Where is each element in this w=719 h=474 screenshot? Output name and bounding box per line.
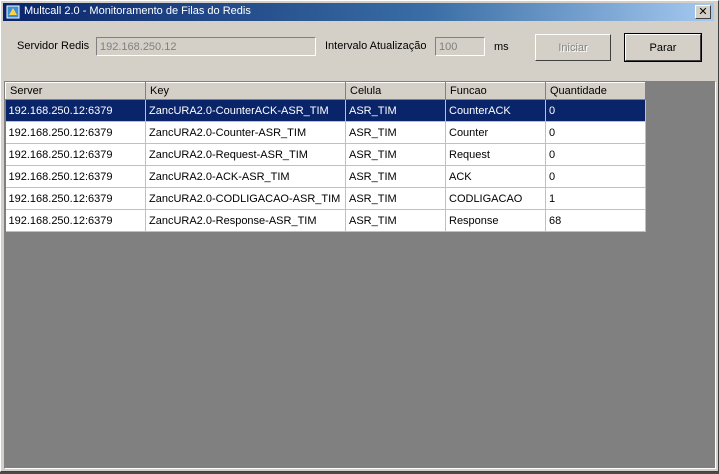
cell-server: 192.168.250.12:6379 <box>5 187 146 210</box>
cell-funcao: CODLIGACAO <box>445 187 546 210</box>
table-row[interactable]: 192.168.250.12:6379 ZancURA2.0-Response-… <box>5 209 646 232</box>
start-button[interactable]: Iniciar <box>535 34 611 61</box>
cell-server: 192.168.250.12:6379 <box>5 165 146 188</box>
window-title: Multcall 2.0 - Monitoramento de Filas do… <box>24 5 251 17</box>
cell-quantidade: 1 <box>545 187 646 210</box>
table-row[interactable]: 192.168.250.12:6379 ZancURA2.0-CounterAC… <box>5 99 646 122</box>
cell-celula: ASR_TIM <box>345 209 446 232</box>
interval-unit: ms <box>494 41 509 53</box>
column-header-funcao[interactable]: Funcao <box>445 82 546 100</box>
cell-funcao: Response <box>445 209 546 232</box>
cell-funcao: Request <box>445 143 546 166</box>
server-label: Servidor Redis <box>17 40 90 52</box>
cell-key: ZancURA2.0-CODLIGACAO-ASR_TIM <box>145 187 346 210</box>
close-icon[interactable]: ✕ <box>695 5 711 19</box>
cell-quantidade: 0 <box>545 143 646 166</box>
cell-quantidade: 0 <box>545 99 646 122</box>
cell-server: 192.168.250.12:6379 <box>5 143 146 166</box>
cell-celula: ASR_TIM <box>345 99 446 122</box>
table-row[interactable]: 192.168.250.12:6379 ZancURA2.0-Counter-A… <box>5 121 646 144</box>
queue-table: Server Key Celula Funcao Quantidade 192.… <box>5 82 646 232</box>
cell-funcao: ACK <box>445 165 546 188</box>
cell-server: 192.168.250.12:6379 <box>5 99 146 122</box>
stop-button[interactable]: Parar <box>624 33 702 62</box>
table-row[interactable]: 192.168.250.12:6379 ZancURA2.0-CODLIGACA… <box>5 187 646 210</box>
cell-server: 192.168.250.12:6379 <box>5 121 146 144</box>
cell-quantidade: 0 <box>545 165 646 188</box>
column-header-quantidade[interactable]: Quantidade <box>545 82 646 100</box>
cell-server: 192.168.250.12:6379 <box>5 209 146 232</box>
cell-key: ZancURA2.0-CounterACK-ASR_TIM <box>145 99 346 122</box>
interval-input[interactable] <box>435 37 485 56</box>
interval-label: Intervalo Atualização <box>325 40 427 52</box>
cell-quantidade: 68 <box>545 209 646 232</box>
server-input[interactable] <box>96 37 316 56</box>
title-bar[interactable]: Multcall 2.0 - Monitoramento de Filas do… <box>3 3 714 21</box>
cell-celula: ASR_TIM <box>345 143 446 166</box>
cell-quantidade: 0 <box>545 121 646 144</box>
cell-celula: ASR_TIM <box>345 165 446 188</box>
cell-celula: ASR_TIM <box>345 121 446 144</box>
main-window: Multcall 2.0 - Monitoramento de Filas do… <box>0 0 719 472</box>
cell-celula: ASR_TIM <box>345 187 446 210</box>
queue-grid[interactable]: Server Key Celula Funcao Quantidade 192.… <box>4 81 716 469</box>
table-row[interactable]: 192.168.250.12:6379 ZancURA2.0-ACK-ASR_T… <box>5 165 646 188</box>
table-row[interactable]: 192.168.250.12:6379 ZancURA2.0-Request-A… <box>5 143 646 166</box>
cell-key: ZancURA2.0-ACK-ASR_TIM <box>145 165 346 188</box>
cell-funcao: Counter <box>445 121 546 144</box>
app-icon <box>6 5 20 19</box>
cell-key: ZancURA2.0-Response-ASR_TIM <box>145 209 346 232</box>
header-row: Server Key Celula Funcao Quantidade <box>5 82 646 100</box>
column-header-server[interactable]: Server <box>5 82 146 100</box>
cell-key: ZancURA2.0-Request-ASR_TIM <box>145 143 346 166</box>
column-header-celula[interactable]: Celula <box>345 82 446 100</box>
cell-funcao: CounterACK <box>445 99 546 122</box>
cell-key: ZancURA2.0-Counter-ASR_TIM <box>145 121 346 144</box>
column-header-key[interactable]: Key <box>145 82 346 100</box>
